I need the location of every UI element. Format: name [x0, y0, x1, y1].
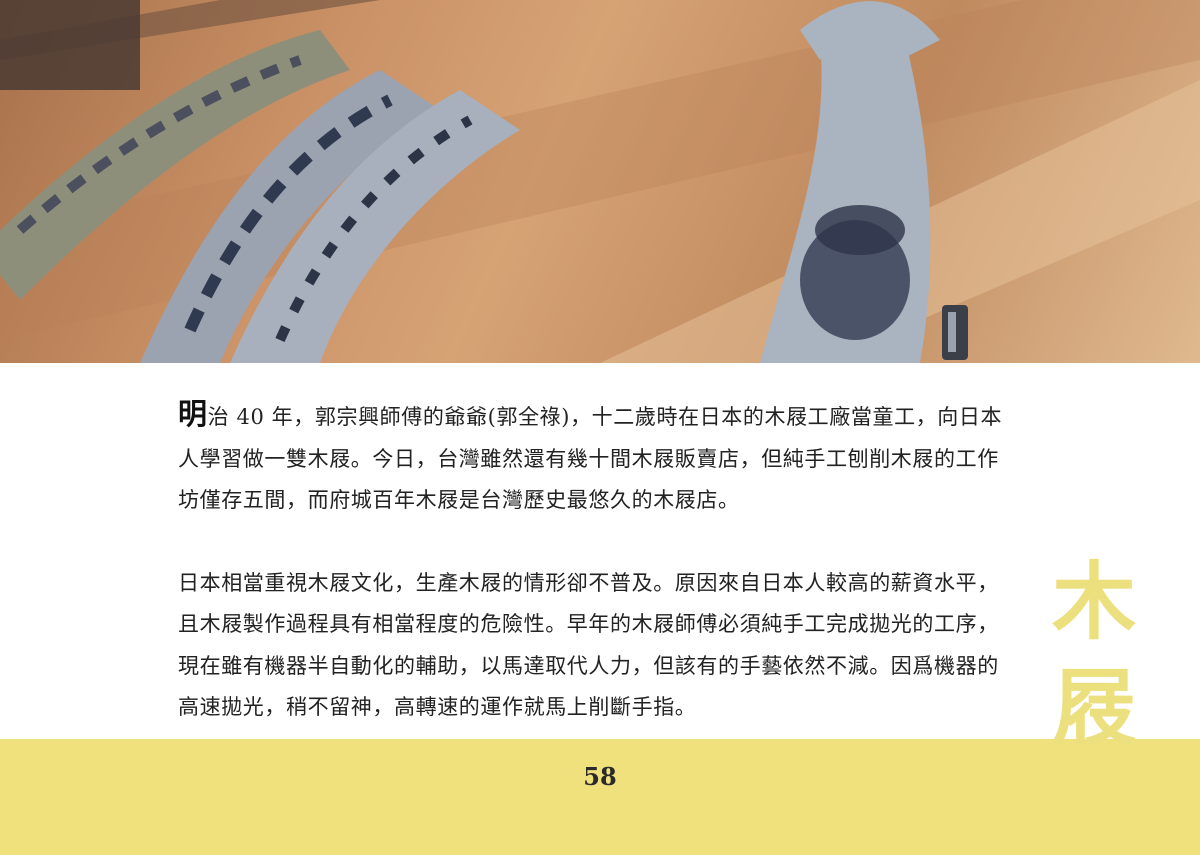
paragraph-1: 明治 40 年，郭宗興師傅的爺爺(郭全祿)，十二歲時在日本的木屐工廠當童工，向日… — [178, 394, 1008, 522]
paragraph-1-text: 治 40 年，郭宗興師傅的爺爺(郭全祿)，十二歲時在日本的木屐工廠當童工，向日本… — [178, 405, 1003, 512]
page-number: 58 — [583, 762, 617, 791]
paragraph-2: 日本相當重視木屐文化，生產木屐的情形卻不普及。原因來自日本人較高的薪資水平，且木… — [178, 570, 999, 720]
wooden-clogs-photo-icon — [0, 0, 1200, 363]
article-body: 明治 40 年，郭宗興師傅的爺爺(郭全祿)，十二歲時在日本的木屐工廠當童工，向日… — [178, 394, 1008, 729]
drop-cap: 明 — [178, 397, 208, 431]
side-title-char-1: 木 — [1052, 552, 1137, 651]
footer-band — [0, 739, 1200, 855]
header-photo — [0, 0, 1200, 363]
side-title-char-2: 屐 — [1052, 658, 1137, 757]
